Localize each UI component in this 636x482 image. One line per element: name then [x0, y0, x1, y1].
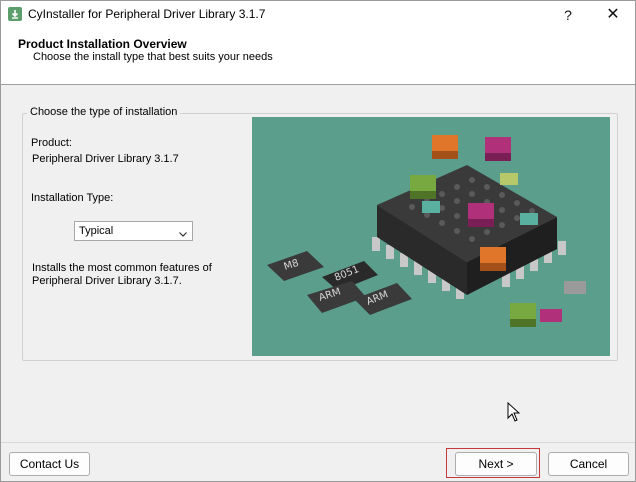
mouse-pointer-icon [507, 401, 521, 427]
installer-window: CyInstaller for Peripheral Driver Librar… [0, 0, 636, 482]
cancel-button[interactable]: Cancel [548, 452, 629, 476]
page-header: Product Installation Overview Choose the… [1, 29, 635, 85]
product-illustration: M8 8051 ARM ARM [252, 117, 610, 356]
contact-us-button[interactable]: Contact Us [9, 452, 90, 476]
installer-app-icon [8, 7, 22, 21]
help-button[interactable]: ? [546, 1, 590, 29]
chip-illustration-svg: M8 8051 ARM ARM [267, 135, 586, 327]
footer-separator [1, 442, 635, 443]
window-title: CyInstaller for Peripheral Driver Librar… [28, 7, 266, 21]
title-bar: CyInstaller for Peripheral Driver Librar… [1, 1, 635, 29]
product-label: Product: [31, 137, 72, 149]
next-button[interactable]: Next > [455, 452, 537, 476]
chevron-down-icon [178, 226, 188, 244]
installation-description: Installs the most common features of Per… [32, 262, 212, 287]
installation-type-value: Typical [79, 225, 114, 237]
close-button[interactable]: ✕ [591, 1, 635, 29]
product-name: Peripheral Driver Library 3.1.7 [32, 153, 179, 165]
page-subtitle: Choose the install type that best suits … [33, 51, 273, 63]
installation-type-select[interactable]: Typical [74, 221, 193, 241]
group-legend: Choose the type of installation [27, 106, 181, 118]
installation-type-label: Installation Type: [31, 192, 114, 204]
page-title: Product Installation Overview [18, 37, 187, 51]
